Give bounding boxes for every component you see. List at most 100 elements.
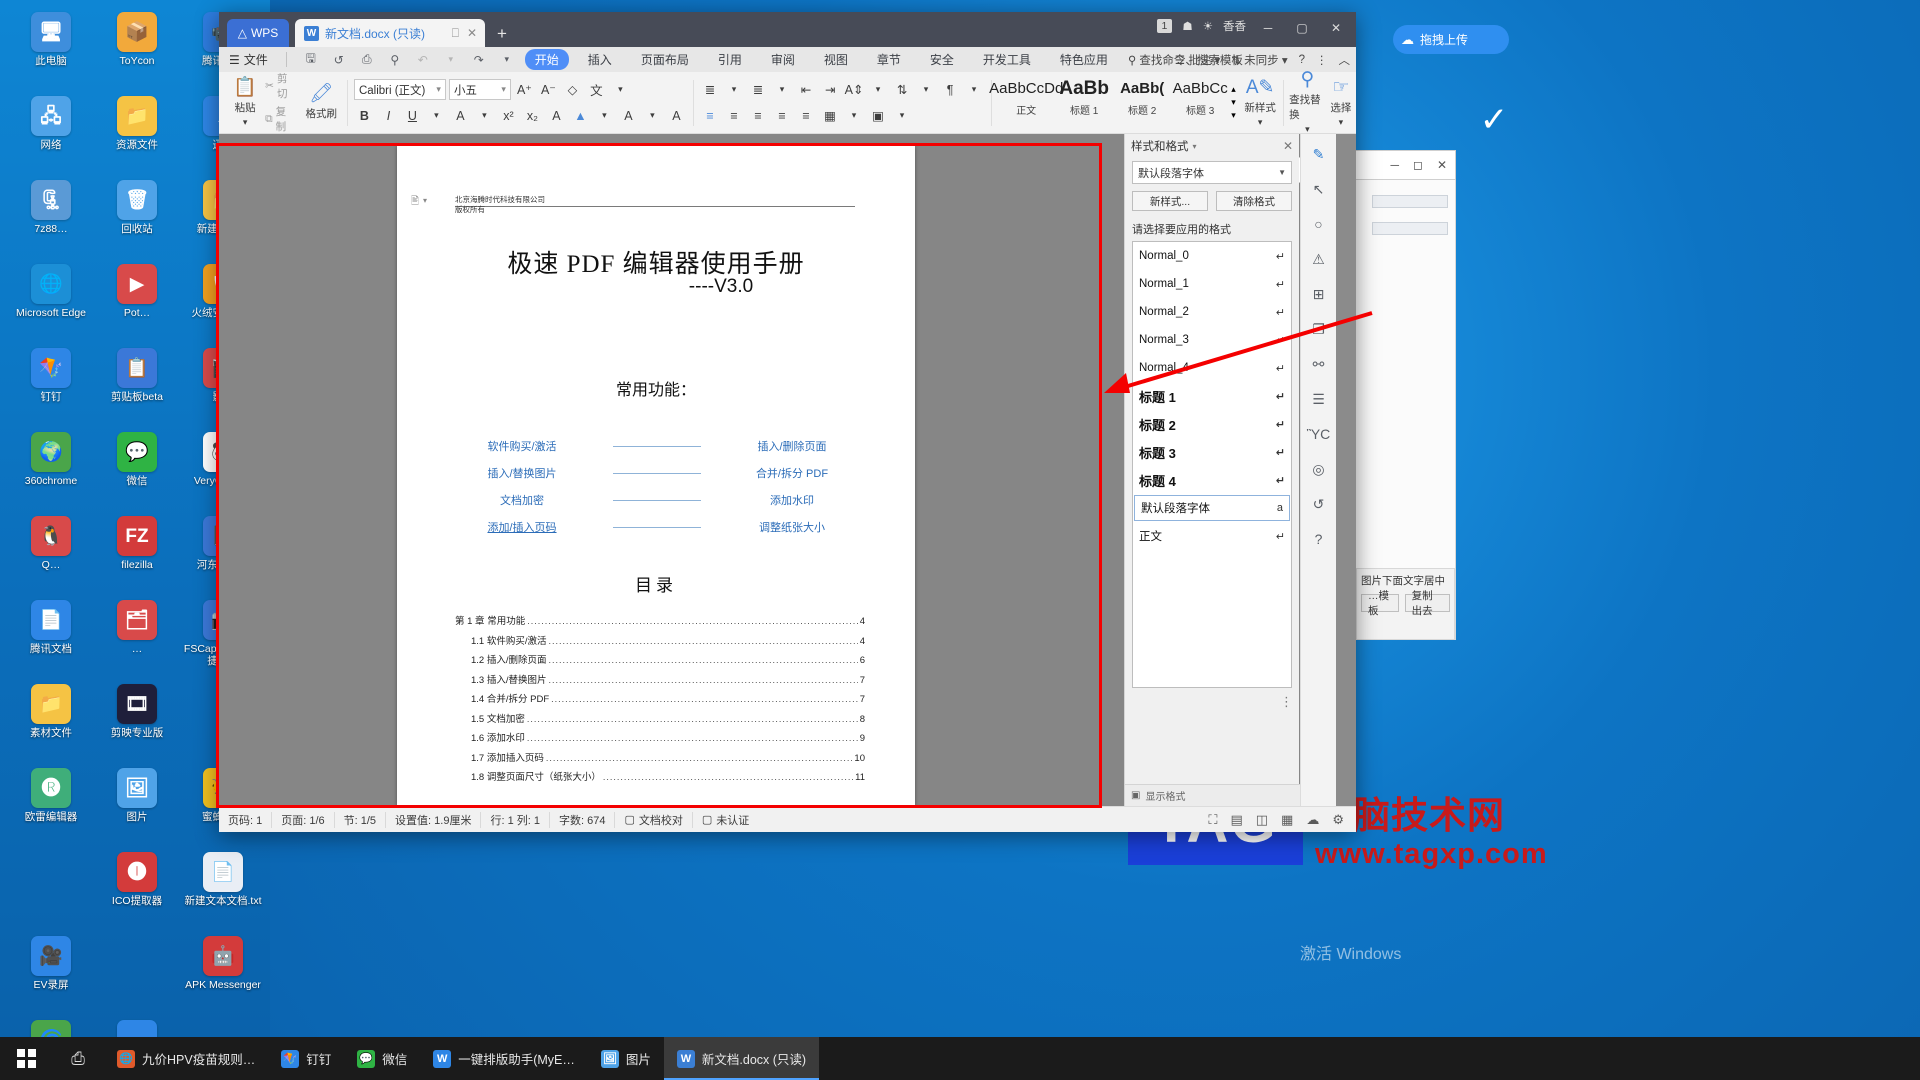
feature-link-left[interactable]: 文档加密 [437, 492, 607, 508]
collapse-ribbon-icon[interactable]: ︿ [1339, 52, 1351, 68]
desktop-icon[interactable]: 🗂… [94, 596, 180, 680]
desktop-icon[interactable]: 📦 ToYcon [94, 8, 180, 92]
bullet-list-button[interactable]: ≣ [700, 79, 721, 100]
gift-icon[interactable]: ☗ [1182, 19, 1192, 33]
style-list-item[interactable]: Normal_4 ↵ [1133, 354, 1291, 382]
sync-icon[interactable]: ↺ [329, 51, 349, 69]
document-page[interactable]: 🖹 ▾ 北京海腾时代科技有限公司 版权所有 极速 PDF 编辑器使用手册 ---… [397, 146, 915, 806]
quick-style-正文[interactable]: AaBbCcDd 正文 [989, 76, 1063, 117]
style-list-item[interactable]: Normal_0 ↵ [1133, 242, 1291, 270]
toc-entry[interactable]: 1.6 添加水印................................… [471, 730, 865, 744]
desktop-icon[interactable]: 🅘 ICO提取器 [94, 848, 180, 932]
feature-link-left[interactable]: 添加/插入页码 [437, 519, 607, 535]
desktop-icon[interactable]: 🐧 Q… [8, 512, 94, 596]
sync-status-button[interactable]: ⇅ 未同步 ▾ [1231, 52, 1287, 68]
toc-entry[interactable]: 第 1 章 常用功能..............................… [455, 613, 865, 627]
file-menu-button[interactable]: ☰ 文件 [225, 51, 272, 68]
style-list-item[interactable]: Normal_3 ↵ [1133, 326, 1291, 354]
toc-entry[interactable]: 1.8 调整页面尺寸（纸张大小）........................… [471, 769, 865, 783]
status-item[interactable]: 节: 1/5 [335, 811, 387, 828]
ribbon-tab-特色应用[interactable]: 特色应用 [1050, 49, 1118, 70]
target-icon[interactable]: ◎ [1306, 457, 1332, 481]
desktop-icon[interactable]: 🎥 EV录屏 [8, 932, 94, 1016]
bold-button[interactable]: B [354, 105, 375, 126]
cut-button[interactable]: ✂ 剪切 [265, 71, 295, 101]
help-icon[interactable]: ? [1299, 54, 1305, 66]
desktop-icon[interactable]: FZ filezilla [94, 512, 180, 596]
ribbon-tab-视图[interactable]: 视图 [814, 49, 858, 70]
borders-button[interactable]: ▣ [868, 105, 889, 126]
fullscreen-icon[interactable]: ⛶ [1208, 812, 1217, 828]
style-list-item[interactable]: 正文 ↵ [1133, 522, 1291, 550]
numbered-list-button[interactable]: ≣ [748, 79, 769, 100]
ribbon-tab-引用[interactable]: 引用 [708, 49, 752, 70]
bullet-dropdown-icon[interactable]: ▾ [724, 79, 745, 100]
desktop-icon[interactable]: 🖼 图片 [94, 764, 180, 848]
feature-link-right[interactable]: 调整纸张大小 [707, 519, 877, 535]
page-object-dropdown-icon[interactable]: ▾ [423, 196, 427, 205]
select-dropdown-icon[interactable]: ▾ [1339, 117, 1344, 128]
new-tab-button[interactable]: + [497, 24, 507, 44]
style-panel-footer-icon[interactable]: ▣ [1131, 790, 1140, 801]
new-style-button[interactable]: A✎ 新样式 ▾ [1244, 77, 1277, 128]
strikethrough-dropdown-icon[interactable]: ▾ [474, 105, 495, 126]
quick-style-标题 1[interactable]: AaBb 标题 1 [1055, 76, 1113, 117]
underline-button[interactable]: U [402, 105, 423, 126]
layers-icon[interactable]: ☰ [1306, 387, 1332, 411]
desktop-icon[interactable]: 📁 素材文件 [8, 680, 94, 764]
desktop-icon[interactable]: 🌍 360chrome [8, 428, 94, 512]
find-replace-button[interactable]: ⚲ 查找替换 ▾ [1289, 70, 1326, 135]
wps-logo-button[interactable]: △ WPS [227, 19, 289, 47]
new-style-dropdown-icon[interactable]: ▾ [1258, 117, 1263, 128]
align-right-button[interactable]: ≡ [748, 105, 769, 126]
drag-upload-button[interactable]: ☁ 拖拽上传 [1393, 25, 1509, 54]
feature-link-left[interactable]: 软件购买/激活 [437, 438, 607, 454]
desktop-icon[interactable]: 🎞 剪映专业版 [94, 680, 180, 764]
ribbon-tab-开始[interactable]: 开始 [524, 49, 569, 70]
status-item[interactable]: 页码: 1 [219, 811, 273, 828]
toc-entry[interactable]: 1.7 添加插入页码..............................… [471, 750, 865, 764]
taskbar-item[interactable]: 🌐 九价HPV疫苗规则… [104, 1037, 268, 1080]
ribbon-tab-章节[interactable]: 章节 [867, 49, 911, 70]
ribbon-tab-审阅[interactable]: 审阅 [761, 49, 805, 70]
text-highlight-button[interactable]: ▲ [570, 105, 591, 126]
help-icon[interactable]: ? [1306, 527, 1332, 551]
feature-link-right[interactable]: 添加水印 [707, 492, 877, 508]
bgw-maximize-icon[interactable]: ◻ [1413, 158, 1423, 172]
desktop-icon[interactable]: 🅡 欧雷编辑器 [8, 764, 94, 848]
feature-link-right[interactable]: 插入/删除页面 [707, 438, 877, 454]
justify-button[interactable]: ≡ [772, 105, 793, 126]
styles-scroll-up-icon[interactable]: ▴ [1231, 84, 1236, 95]
desktop-icon[interactable]: 🗑 回收站 [94, 176, 180, 260]
format-painter-button[interactable]: 🖍 格式刷 [301, 84, 341, 121]
taskbar-item[interactable]: 🪁 钉钉 [268, 1037, 344, 1080]
style-list[interactable]: Normal_0 ↵ Normal_1 ↵ Normal_2 ↵ Normal_3 ↵ Norm… [1132, 241, 1292, 688]
quick-style-标题 3[interactable]: AaBbCc 标题 3 [1171, 76, 1229, 117]
desktop-icon[interactable]: 📁 资源文件 [94, 92, 180, 176]
show-marks-dropdown-icon[interactable]: ▾ [964, 79, 985, 100]
org-chart-icon[interactable]: ⚯ [1306, 352, 1332, 376]
pinyin-guide-icon[interactable]: 文 [586, 79, 607, 100]
read-layout-icon[interactable]: ▤ [1230, 812, 1242, 828]
document-tab[interactable]: W 新文档.docx (只读) ⎕ ✕ [295, 19, 485, 47]
toc-entry[interactable]: 1.1 软件购买/激活.............................… [471, 633, 865, 647]
style-panel-footer-label[interactable]: 显示格式 [1145, 788, 1185, 803]
align-center-button[interactable]: ≡ [724, 105, 745, 126]
print-icon[interactable]: ⎙ [357, 51, 377, 69]
style-list-item[interactable]: 标题 2 ↵ [1133, 410, 1291, 438]
style-list-item[interactable]: Normal_1 ↵ [1133, 270, 1291, 298]
shading-button[interactable]: ▦ [820, 105, 841, 126]
increase-indent-button[interactable]: ⇥ [820, 79, 841, 100]
desktop-icon[interactable]: 🗜 7z88… [8, 176, 94, 260]
taskbar-item[interactable]: 🖼 图片 [588, 1037, 664, 1080]
window-maximize-button[interactable]: ▢ [1286, 16, 1318, 40]
ribbon-tab-插入[interactable]: 插入 [578, 49, 622, 70]
font-color-button[interactable]: A [618, 105, 639, 126]
print-preview-icon[interactable]: ⚲ [385, 51, 405, 69]
change-case-button[interactable]: A [546, 105, 567, 126]
strikethrough-button[interactable]: A [450, 105, 471, 126]
quick-style-标题 2[interactable]: AaBb(标题 2 [1113, 76, 1171, 117]
sort-dropdown-icon[interactable]: ▾ [916, 79, 937, 100]
toc-entry[interactable]: 1.4 合并/拆分 PDF...........................… [471, 691, 865, 705]
web-layout-icon[interactable]: ▦ [1281, 812, 1293, 828]
